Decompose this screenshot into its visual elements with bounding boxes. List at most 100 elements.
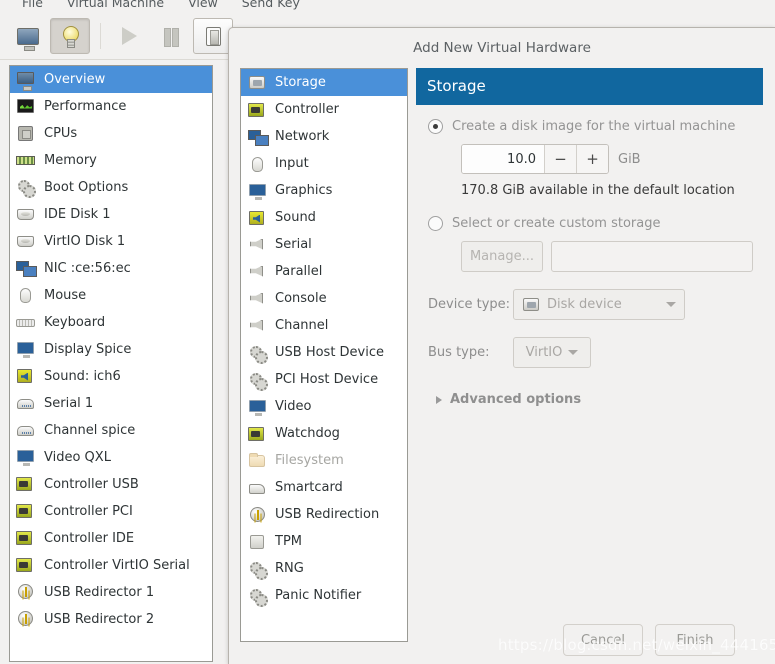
memory-icon xyxy=(16,151,36,171)
cancel-button[interactable]: Cancel xyxy=(563,624,643,656)
disk-size-increment-button[interactable]: + xyxy=(576,145,608,173)
advanced-options-toggle[interactable]: Advanced options xyxy=(436,392,753,407)
hardware-list-item[interactable]: CPUs xyxy=(10,120,212,147)
hardware-list-item-label: USB Redirector 2 xyxy=(44,612,155,627)
hardware-list-item[interactable]: Overview xyxy=(10,66,212,93)
run-button[interactable] xyxy=(109,18,149,54)
device-list-item[interactable]: USB Host Device xyxy=(241,339,407,366)
hardware-list-item[interactable]: Sound: ich6 xyxy=(10,363,212,390)
device-type-value: Disk device xyxy=(547,297,622,312)
cpu-icon xyxy=(16,124,36,144)
graph-icon xyxy=(16,97,36,117)
device-list-item[interactable]: Sound xyxy=(241,204,407,231)
device-list-item[interactable]: Input xyxy=(241,150,407,177)
disk-size-spinner[interactable]: 10.0 − + xyxy=(461,144,609,174)
device-list-item[interactable]: Parallel xyxy=(241,258,407,285)
hardware-list-item-label: VirtIO Disk 1 xyxy=(44,234,126,249)
device-list-item[interactable]: Graphics xyxy=(241,177,407,204)
device-list-item[interactable]: Smartcard xyxy=(241,474,407,501)
device-list-item-label: Video xyxy=(275,399,312,414)
disk-size-input[interactable]: 10.0 xyxy=(462,145,544,173)
manage-button[interactable]: Manage... xyxy=(461,241,543,272)
hardware-list-item-label: Keyboard xyxy=(44,315,106,330)
menu-item-virtual-machine[interactable]: Virtual Machine xyxy=(55,0,176,10)
hardware-list-item[interactable]: Boot Options xyxy=(10,174,212,201)
device-list-item[interactable]: PCI Host Device xyxy=(241,366,407,393)
device-list-item-label: Channel xyxy=(275,318,329,333)
hardware-list[interactable]: Overview Performance CPUs Memory Boot Option… xyxy=(9,65,213,662)
device-list-item[interactable]: TPM xyxy=(241,528,407,555)
hardware-list-item-label: Controller VirtIO Serial xyxy=(44,558,190,573)
hardware-list-item[interactable]: Controller USB xyxy=(10,471,212,498)
device-type-list[interactable]: Storage Controller Network Input Graphics Sou… xyxy=(240,68,408,642)
hardware-list-item-label: Video QXL xyxy=(44,450,111,465)
device-list-item-label: Sound xyxy=(275,210,316,225)
hardware-list-item-label: Serial 1 xyxy=(44,396,94,411)
fullscreen-button[interactable] xyxy=(193,18,233,54)
bus-type-value: VirtIO xyxy=(525,345,563,360)
device-list-item[interactable]: Controller xyxy=(241,96,407,123)
device-list-item[interactable]: USB Redirection xyxy=(241,501,407,528)
pause-button[interactable] xyxy=(151,18,191,54)
card-icon xyxy=(16,475,36,495)
create-disk-radio[interactable] xyxy=(428,119,443,134)
device-list-item: Filesystem xyxy=(241,447,407,474)
hardware-list-item[interactable]: USB Redirector 1 xyxy=(10,579,212,606)
menu-item-file[interactable]: File xyxy=(10,0,55,10)
monitor-icon xyxy=(17,27,39,51)
custom-storage-radio[interactable] xyxy=(428,216,443,231)
hardware-list-item-label: Controller PCI xyxy=(44,504,133,519)
hardware-list-item[interactable]: Controller VirtIO Serial xyxy=(10,552,212,579)
speaker-icon xyxy=(248,236,266,254)
hardware-list-item[interactable]: NIC :ce:56:ec xyxy=(10,255,212,282)
display-icon xyxy=(16,448,36,468)
hardware-list-item[interactable]: VirtIO Disk 1 xyxy=(10,228,212,255)
custom-storage-radio-row[interactable]: Select or create custom storage xyxy=(428,216,753,231)
device-list-item[interactable]: RNG xyxy=(241,555,407,582)
manage-row: Manage... xyxy=(461,241,753,272)
finish-button[interactable]: Finish xyxy=(655,624,735,656)
network-icon xyxy=(16,259,37,279)
create-disk-label: Create a disk image for the virtual mach… xyxy=(452,119,736,134)
device-list-item[interactable]: Console xyxy=(241,285,407,312)
menu-item-send-key[interactable]: Send Key xyxy=(230,0,312,10)
card-icon xyxy=(16,529,36,549)
device-list-item[interactable]: Channel xyxy=(241,312,407,339)
device-list-item[interactable]: Panic Notifier xyxy=(241,582,407,609)
hardware-list-item-label: Mouse xyxy=(44,288,87,303)
create-disk-radio-row[interactable]: Create a disk image for the virtual mach… xyxy=(428,119,753,134)
disk-size-decrement-button[interactable]: − xyxy=(544,145,576,173)
menu-item-view[interactable]: View xyxy=(176,0,230,10)
storage-path-input[interactable] xyxy=(551,241,753,272)
console-view-button[interactable] xyxy=(8,18,48,54)
chevron-down-icon xyxy=(568,350,579,355)
device-list-item[interactable]: Watchdog xyxy=(241,420,407,447)
sound-icon xyxy=(16,367,36,387)
device-list-item-label: Graphics xyxy=(275,183,333,198)
device-list-item-label: USB Host Device xyxy=(275,345,385,360)
bus-type-select[interactable]: VirtIO xyxy=(513,337,591,368)
device-list-item[interactable]: Video xyxy=(241,393,407,420)
hardware-list-item[interactable]: Display Spice xyxy=(10,336,212,363)
hardware-list-item[interactable]: Mouse xyxy=(10,282,212,309)
hardware-list-item[interactable]: Memory xyxy=(10,147,212,174)
hardware-list-item[interactable]: Controller PCI xyxy=(10,498,212,525)
hardware-list-item[interactable]: Controller IDE xyxy=(10,525,212,552)
device-type-select[interactable]: Disk device xyxy=(513,289,685,320)
hardware-list-item-label: Display Spice xyxy=(44,342,132,357)
hardware-list-item-label: Sound: ich6 xyxy=(44,369,121,384)
hardware-list-item[interactable]: Performance xyxy=(10,93,212,120)
device-list-item[interactable]: Storage xyxy=(241,69,407,96)
hardware-list-item[interactable]: Channel spice xyxy=(10,417,212,444)
device-list-item-label: Serial xyxy=(275,237,312,252)
hardware-list-item[interactable]: Video QXL xyxy=(10,444,212,471)
details-view-button[interactable] xyxy=(50,18,90,54)
device-list-item[interactable]: Network xyxy=(241,123,407,150)
hardware-list-item[interactable]: USB Redirector 2 xyxy=(10,606,212,633)
hardware-list-item[interactable]: Serial 1 xyxy=(10,390,212,417)
gears-icon xyxy=(248,587,268,607)
device-list-item[interactable]: Serial xyxy=(241,231,407,258)
hardware-list-item[interactable]: Keyboard xyxy=(10,309,212,336)
play-icon xyxy=(121,27,137,45)
hardware-list-item[interactable]: IDE Disk 1 xyxy=(10,201,212,228)
